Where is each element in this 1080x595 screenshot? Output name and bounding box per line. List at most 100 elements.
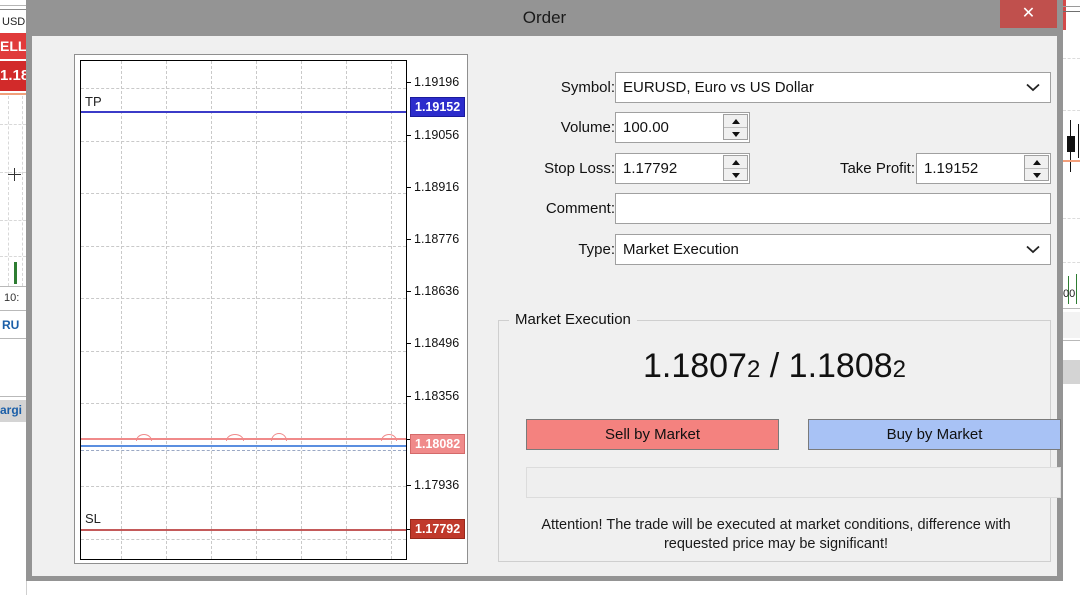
volume-value: 100.00 [623,113,669,142]
axis-label: 1.19056 [414,128,459,142]
background-time-label: 10: [4,292,19,304]
stop-loss-stepper[interactable] [723,155,748,181]
comment-row: Comment: [480,193,1051,225]
bid-line [81,445,406,447]
axis-label: 1.19196 [414,75,459,89]
price-chart-plot[interactable]: TP SL [80,60,407,560]
window-title: Order [26,0,1063,36]
sell-by-market-button[interactable]: Sell by Market [526,419,779,450]
background-right-chart: 00 [1063,0,1080,595]
buy-by-market-button[interactable]: Buy by Market [808,419,1061,450]
sl-line-label: SL [85,511,101,526]
candle [14,262,17,284]
ask-price-main: 1.1808 [789,347,893,385]
status-bar [526,467,1061,498]
chevron-down-icon[interactable] [1026,73,1040,102]
axis-label: 1.18636 [414,284,459,298]
comment-label: Comment: [546,193,615,225]
background-left-panel: USD ELL 1.18 10: RU argi [0,0,27,595]
stop-loss-badge: 1.17792 [410,519,465,539]
divider [0,286,26,287]
divider [0,396,26,397]
divider [1063,340,1080,341]
quote-display: 1.18072 / 1.18082 [499,347,1050,386]
symbol-row: Symbol: EURUSD, Euro vs US Dollar [480,72,1051,104]
symbol-value: EURUSD, Euro vs US Dollar [623,73,814,102]
divider [1063,6,1080,7]
stepper-up-icon[interactable] [1025,156,1048,169]
screen: USD ELL 1.18 10: RU argi [0,0,1080,595]
take-profit-line [81,111,406,113]
stop-loss-take-profit-row: Stop Loss: 1.17792 Take Profit: 1.19152 [480,153,1051,185]
background-ask-line [1063,160,1080,162]
title-bar: Order ✕ [26,0,1063,36]
background-panel [1063,360,1080,384]
background-margin-label: argi [0,403,22,417]
price-chart-panel: TP SL 1.19196 1.19152 [74,54,468,564]
candle-wick [1078,124,1079,158]
background-ask-line [0,93,26,95]
stepper-down-icon[interactable] [724,169,747,181]
stepper-up-icon[interactable] [724,156,747,169]
tick-bump [271,433,287,441]
tick-bump [381,434,397,441]
axis-label: 1.17936 [414,478,459,492]
background-panel [1063,312,1080,338]
order-dialog-window: Order ✕ [26,0,1063,581]
close-icon[interactable]: ✕ [1000,0,1057,28]
tick-bump [136,434,152,441]
take-profit-label: Take Profit: [840,153,915,185]
background-margin-row: argi [0,400,26,422]
axis-label: 1.18916 [414,180,459,194]
tick-bump [226,434,244,441]
type-label: Type: [578,234,615,266]
take-profit-stepper[interactable] [1024,155,1049,181]
stop-loss-value: 1.17792 [623,154,677,183]
stop-loss-line [81,529,406,531]
background-sell-button[interactable]: ELL [0,33,26,59]
crosshair-icon [8,168,21,181]
stepper-down-icon[interactable] [724,128,747,140]
volume-row: Volume: 100.00 [480,112,1051,144]
divider [0,310,26,311]
divider [1063,308,1080,309]
axis-label: 1.18356 [414,389,459,403]
volume-stepper[interactable] [723,114,748,140]
stop-loss-label: Stop Loss: [544,153,615,185]
type-row: Type: Market Execution [480,234,1051,266]
market-execution-group: Market Execution 1.18072 / 1.18082 Sell … [498,320,1051,562]
tp-line-label: TP [85,94,102,109]
ask-price-last-digit: 2 [893,356,906,383]
background-chart [0,96,26,286]
divider [0,9,26,10]
symbol-label: Symbol: [561,72,615,104]
divider [1063,11,1080,12]
candle-body [1067,136,1075,152]
axis-label: 1.18496 [414,336,459,350]
axis-label: 1.18776 [414,232,459,246]
bid-price-last-digit: 2 [747,356,760,383]
attention-message: Attention! The trade will be executed at… [511,516,1041,554]
comment-input[interactable] [615,193,1051,224]
stepper-up-icon[interactable] [724,115,747,128]
take-profit-badge: 1.19152 [410,97,465,117]
bid-price-badge: 1.18082 [410,434,465,454]
divider [0,5,26,6]
quote-separator: / [760,347,788,385]
candle [1076,274,1077,304]
bid-dashed-line [81,450,406,451]
divider [0,338,26,339]
background-price-label: 1.18 [0,61,26,91]
background-axis-label: 00 [1063,288,1075,300]
order-form: Symbol: EURUSD, Euro vs US Dollar Volume… [480,54,1051,562]
chevron-down-icon[interactable] [1026,235,1040,264]
background-tab-label[interactable]: RU [2,318,19,332]
symbol-select[interactable]: EURUSD, Euro vs US Dollar [615,72,1051,103]
stepper-down-icon[interactable] [1025,169,1048,181]
market-execution-group-title: Market Execution [509,311,637,328]
type-value: Market Execution [623,235,739,264]
type-select[interactable]: Market Execution [615,234,1051,265]
background-symbol-label: USD [2,16,25,28]
price-axis: 1.19196 1.19152 1.19056 1.18916 1.18776 … [406,60,462,558]
bid-price-main: 1.1807 [643,347,747,385]
